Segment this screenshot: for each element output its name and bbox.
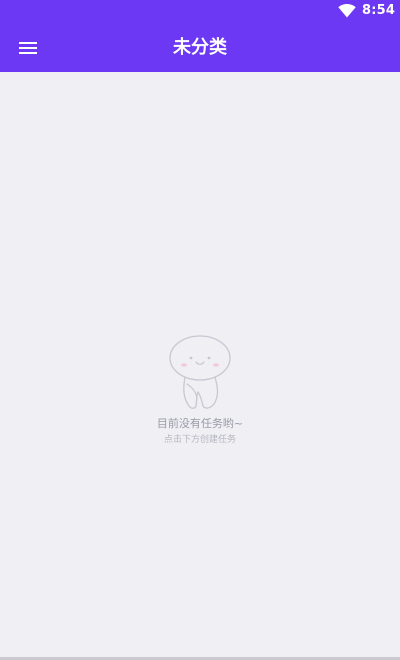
- page-title: 未分类: [173, 37, 227, 58]
- task-list-area: 目前没有任务哟~ 点击下方创建任务: [0, 72, 400, 658]
- empty-state: 目前没有任务哟~ 点击下方创建任务: [0, 334, 400, 446]
- menu-button[interactable]: [8, 28, 48, 68]
- empty-state-hint: 点击下方创建任务: [163, 435, 236, 445]
- app-bar: 未分类: [0, 24, 400, 72]
- menu-icon: [19, 42, 37, 54]
- status-time: 8:54: [362, 3, 396, 18]
- status-bar: 8:54: [0, 0, 400, 24]
- empty-state-title: 目前没有任务哟~: [156, 417, 244, 430]
- wifi-icon: [338, 4, 356, 18]
- header-area: 8:54 未分类: [0, 0, 400, 72]
- ghost-mascot-illustration: [169, 335, 231, 409]
